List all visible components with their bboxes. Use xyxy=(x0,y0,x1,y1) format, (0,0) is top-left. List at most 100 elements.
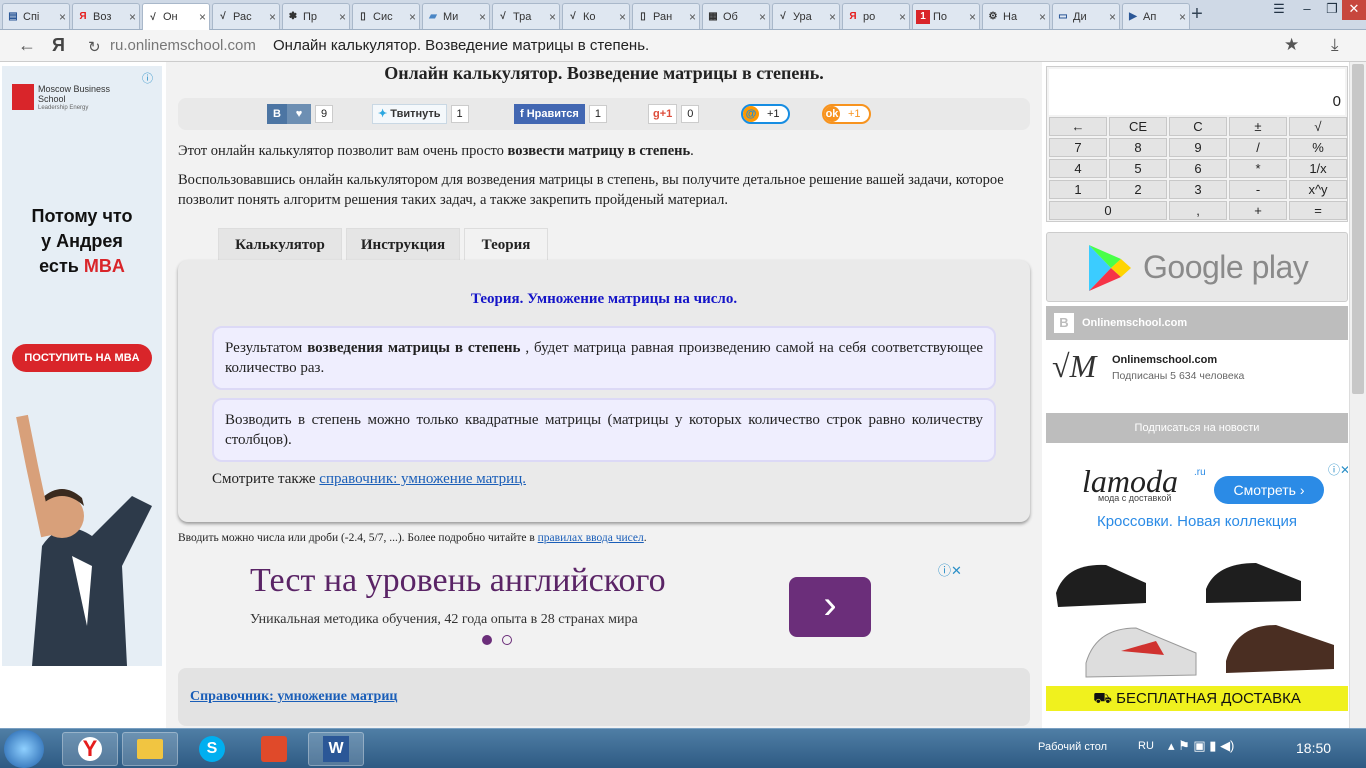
browser-tab[interactable]: ▯ Сис × xyxy=(352,3,420,29)
ad-next-arrow-button[interactable]: › xyxy=(789,577,871,637)
tab-calculator[interactable]: Калькулятор xyxy=(218,228,342,261)
english-test-ad[interactable]: Тест на уровень английского Уникальная м… xyxy=(250,558,970,650)
browser-tab[interactable]: ▶ Ап × xyxy=(1122,3,1190,29)
tab-close-icon[interactable]: × xyxy=(899,10,906,24)
tab-close-icon[interactable]: × xyxy=(339,10,346,24)
google-play-banner[interactable]: Google play xyxy=(1046,232,1348,302)
url-text[interactable]: ru.onlinemschool.com xyxy=(110,37,256,54)
ad-info-icon[interactable]: ⓘ xyxy=(142,70,153,86)
tab-close-icon[interactable]: × xyxy=(1039,10,1046,24)
tweet-button[interactable]: ✦ Твитнуть 1 xyxy=(372,104,469,124)
tab-close-icon[interactable]: × xyxy=(549,10,556,24)
carousel-dot-active[interactable] xyxy=(482,635,492,645)
vk-group-name[interactable]: Onlinemschool.com xyxy=(1082,317,1187,329)
tab-close-icon[interactable]: × xyxy=(689,10,696,24)
calc-key[interactable]: 5 xyxy=(1109,159,1167,178)
calc-key[interactable]: 7 xyxy=(1049,138,1107,157)
scrollbar-thumb[interactable] xyxy=(1352,64,1364,394)
calc-key[interactable]: CE xyxy=(1109,117,1167,136)
app-taskbar-icon[interactable] xyxy=(246,732,302,766)
desktop-toolbar[interactable]: Рабочий стол xyxy=(1038,741,1107,753)
calc-key[interactable]: ± xyxy=(1229,117,1287,136)
browser-tab[interactable]: √ Ура × xyxy=(772,3,840,29)
calc-key[interactable]: C xyxy=(1169,117,1227,136)
skype-taskbar-icon[interactable]: S xyxy=(184,732,240,766)
calc-key[interactable]: 1 xyxy=(1049,180,1107,199)
tab-close-icon[interactable]: × xyxy=(269,10,276,24)
mailru-share[interactable]: @ +1 xyxy=(741,104,790,124)
tab-close-icon[interactable]: × xyxy=(1109,10,1116,24)
tab-theory[interactable]: Теория xyxy=(464,228,548,261)
lamoda-ad[interactable]: lamoda .ru мода с доставкой Смотреть › ⓘ… xyxy=(1046,461,1348,711)
browser-tab[interactable]: Я Воз × xyxy=(72,3,140,29)
tab-instruction[interactable]: Инструкция xyxy=(346,228,460,261)
ad-info-icon-2[interactable]: ⓘ✕ xyxy=(938,560,962,579)
calc-key[interactable]: / xyxy=(1229,138,1287,157)
word-taskbar-icon[interactable]: W xyxy=(308,732,364,766)
browser-tab[interactable]: ▦ Об × xyxy=(702,3,770,29)
browser-tab[interactable]: ✽ Пр × xyxy=(282,3,350,29)
tab-close-icon[interactable]: × xyxy=(129,10,136,24)
browser-tab[interactable]: ⚙ На × xyxy=(982,3,1050,29)
tab-close-icon[interactable]: × xyxy=(759,10,766,24)
calc-key[interactable]: 1/x xyxy=(1289,159,1347,178)
browser-tab[interactable]: 1 По × xyxy=(912,3,980,29)
tray-icons[interactable]: ▴ ⚑ ▣ ▮ ◀) xyxy=(1168,738,1234,754)
explorer-taskbar-icon[interactable] xyxy=(122,732,178,766)
yandex-logo[interactable]: Я xyxy=(52,35,65,56)
gplus-button[interactable]: g+1 0 xyxy=(648,104,700,124)
facebook-like-button[interactable]: f Нравится 1 xyxy=(514,104,607,124)
tab-close-icon[interactable]: × xyxy=(619,10,626,24)
subscribe-button[interactable]: Подписаться на новости xyxy=(1046,413,1348,443)
carousel-dot[interactable] xyxy=(502,635,512,645)
download-icon[interactable]: ⤓ xyxy=(1331,35,1339,55)
calc-key[interactable]: 4 xyxy=(1049,159,1107,178)
vk-widget-name[interactable]: Onlinemschool.com xyxy=(1112,354,1217,366)
ad-info-icon-3[interactable]: ⓘ✕ xyxy=(1328,461,1348,478)
vk-share[interactable]: B ♥ 9 xyxy=(267,104,334,124)
browser-tab[interactable]: ▯ Ран × xyxy=(632,3,700,29)
calc-key[interactable]: * xyxy=(1229,159,1287,178)
calc-key[interactable]: ← xyxy=(1049,117,1107,136)
browser-tab[interactable]: ▤ Спі × xyxy=(2,3,70,29)
calc-key[interactable]: + xyxy=(1229,201,1287,220)
tab-close-icon[interactable]: × xyxy=(479,10,486,24)
tab-close-icon[interactable]: × xyxy=(59,10,66,24)
input-rules-link[interactable]: правилах ввода чисел xyxy=(538,532,644,544)
browser-tab[interactable]: √ Тра × xyxy=(492,3,560,29)
browser-tab[interactable]: ▭ Ди × xyxy=(1052,3,1120,29)
start-button[interactable] xyxy=(4,730,44,768)
lamoda-view-button[interactable]: Смотреть › xyxy=(1214,476,1324,504)
calc-key[interactable]: 0 xyxy=(1049,201,1167,220)
browser-tab[interactable]: √ Ко × xyxy=(562,3,630,29)
browser-tab[interactable]: Яро × xyxy=(842,3,910,29)
calc-key[interactable]: 9 xyxy=(1169,138,1227,157)
reference-link[interactable]: Справочник: умножение матриц xyxy=(190,689,397,705)
calc-key[interactable]: 6 xyxy=(1169,159,1227,178)
browser-tab[interactable]: √ Рас × xyxy=(212,3,280,29)
ok-share[interactable]: ok +1 xyxy=(822,104,871,124)
tab-close-icon[interactable]: × xyxy=(969,10,976,24)
tab-close-icon[interactable]: × xyxy=(829,10,836,24)
language-indicator[interactable]: RU xyxy=(1138,740,1154,752)
mba-ad[interactable]: Moscow Business School Leadership Energy… xyxy=(2,66,162,666)
tab-close-icon[interactable]: × xyxy=(199,10,206,24)
calc-key[interactable]: 3 xyxy=(1169,180,1227,199)
tab-close-icon[interactable]: × xyxy=(1179,10,1186,24)
calc-key[interactable]: , xyxy=(1169,201,1227,220)
browser-tab[interactable]: ▰ Ми × xyxy=(422,3,490,29)
enroll-mba-button[interactable]: ПОСТУПИТЬ НА MBA xyxy=(12,344,152,372)
clock[interactable]: 18:50 xyxy=(1296,740,1331,756)
calc-key[interactable]: x^y xyxy=(1289,180,1347,199)
yandex-browser-taskbar-icon[interactable]: Y xyxy=(62,732,118,766)
calc-key[interactable]: - xyxy=(1229,180,1287,199)
back-icon[interactable]: ← xyxy=(18,35,36,56)
see-also-link[interactable]: справочник: умножение матриц. xyxy=(319,471,526,487)
calc-key[interactable]: √ xyxy=(1289,117,1347,136)
calc-key[interactable]: 8 xyxy=(1109,138,1167,157)
calc-key[interactable]: = xyxy=(1289,201,1347,220)
calc-key[interactable]: % xyxy=(1289,138,1347,157)
bookmark-star-icon[interactable]: ★ xyxy=(1284,35,1299,55)
close-window-button[interactable]: ✕ xyxy=(1342,0,1366,20)
menu-icon[interactable]: ☰ xyxy=(1265,0,1293,20)
